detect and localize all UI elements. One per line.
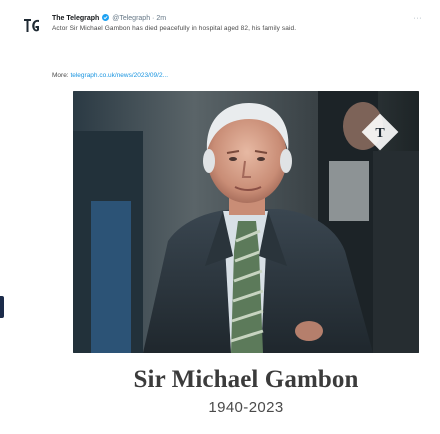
photo-illustration: T — [73, 91, 419, 353]
more-options-icon[interactable]: ··· — [414, 14, 423, 24]
window-edge — [0, 296, 4, 318]
tweet-photo[interactable]: T — [73, 91, 419, 353]
article-link[interactable]: telegraph.co.uk/news/2023/09/2... — [70, 72, 168, 79]
more-line: More: telegraph.co.uk/news/2023/09/2... — [52, 71, 168, 80]
caption-name: Sir Michael Gambon — [133, 366, 359, 393]
tweet-text: Actor Sir Michael Gambon has died peacef… — [52, 25, 297, 32]
verified-badge-icon — [102, 14, 110, 21]
caption-years: 1940-2023 — [208, 399, 284, 416]
svg-text:T: T — [375, 126, 385, 141]
author-handle[interactable]: @Telegraph — [112, 15, 150, 22]
timestamp[interactable]: 2m — [156, 15, 166, 22]
tweet-screenshot: The Telegraph @Telegraph · 2m ··· Actor … — [0, 0, 440, 434]
more-label: More: — [52, 72, 69, 79]
separator-dot: · — [152, 15, 155, 22]
author-name[interactable]: The Telegraph — [52, 15, 99, 22]
tweet-header: The Telegraph @Telegraph · 2m ··· — [52, 14, 422, 24]
photo-caption: Sir Michael Gambon 1940-2023 — [73, 353, 419, 425]
telegraph-logo-icon[interactable] — [22, 16, 41, 35]
